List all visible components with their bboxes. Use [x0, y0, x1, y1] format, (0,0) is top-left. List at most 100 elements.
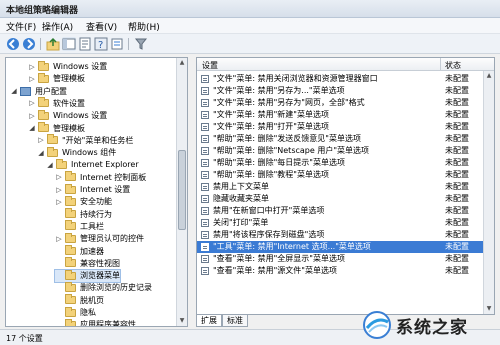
setting-name: "文件"菜单: 禁用关闭浏览器和资源管理器窗口	[213, 74, 378, 83]
tree-item[interactable]: ◢ 管理模板	[28, 122, 85, 135]
filter-button[interactable]	[134, 37, 148, 51]
tree-item[interactable]: 兼容性视图	[55, 257, 120, 270]
settings-row[interactable]: "帮助"菜单: 删除"每日提示"菜单选项 未配置	[197, 157, 485, 169]
tree-item[interactable]: 加速器	[55, 245, 104, 258]
expand-arrow-icon[interactable]	[55, 247, 63, 255]
settings-row[interactable]: "文件"菜单: 禁用"新建"菜单选项 未配置	[197, 109, 485, 121]
setting-state: 未配置	[445, 110, 469, 119]
tree-item[interactable]: 隐私	[55, 306, 96, 319]
scroll-down-arrow-icon[interactable]: ▼	[177, 316, 187, 326]
folder-icon	[38, 97, 49, 108]
expand-arrow-icon[interactable]	[55, 284, 63, 292]
expand-arrow-icon[interactable]	[55, 259, 63, 267]
tree-scrollbar[interactable]: ▲ ▼	[176, 58, 187, 326]
settings-header: 设置 状态	[197, 58, 494, 71]
collapse-arrow-icon[interactable]: ◢	[46, 161, 54, 169]
back-button[interactable]	[6, 37, 20, 51]
settings-row[interactable]: "查看"菜单: 禁用"源文件"菜单选项 未配置	[197, 265, 485, 277]
setting-state: 未配置	[445, 182, 469, 191]
expand-arrow-icon[interactable]	[55, 309, 63, 317]
tab-extended[interactable]: 扩展	[196, 315, 222, 327]
tree-item[interactable]: ▷ 安全功能	[55, 195, 112, 208]
setting-state: 未配置	[445, 206, 469, 215]
settings-row[interactable]: 禁用"将该程序保存到磁盘"选项 未配置	[197, 229, 485, 241]
tree-item[interactable]: ◢ 用户配置	[10, 86, 67, 98]
folder-icon	[56, 158, 67, 169]
scroll-up-arrow-icon[interactable]: ▲	[484, 71, 494, 81]
settings-row[interactable]: "帮助"菜单: 删除"教程"菜单选项 未配置	[197, 169, 485, 181]
expand-arrow-icon[interactable]	[55, 222, 63, 230]
tree-item[interactable]: ▷ 管理模板	[28, 72, 85, 85]
tree-item[interactable]: 持续行为	[55, 208, 112, 221]
up-folder-button[interactable]	[46, 37, 60, 51]
help-button[interactable]: ?	[94, 37, 108, 51]
tree-item[interactable]: 删除浏览的历史记录	[55, 281, 152, 294]
settings-row[interactable]: "帮助"菜单: 删除"Netscape 用户"菜单选项 未配置	[197, 145, 485, 157]
tree-item[interactable]: ▷ Internet 控制面板	[55, 171, 146, 184]
folder-icon	[47, 134, 58, 145]
menu-view[interactable]: 查看(V)	[86, 20, 117, 33]
settings-row[interactable]: 禁用上下文菜单 未配置	[197, 181, 485, 193]
column-divider[interactable]	[440, 58, 441, 71]
policy-setting-icon	[201, 159, 209, 167]
tree-item[interactable]: 工具栏	[55, 220, 104, 233]
menu-help[interactable]: 帮助(H)	[128, 20, 160, 33]
setting-name: 禁用"在新窗口中打开"菜单选项	[213, 206, 325, 215]
settings-row[interactable]: 禁用"在新窗口中打开"菜单选项 未配置	[197, 205, 485, 217]
expand-arrow-icon[interactable]: ▷	[28, 99, 36, 107]
tree-item[interactable]: ▷ Windows 设置	[28, 60, 107, 73]
tree-item[interactable]: ▷ "开始"菜单和任务栏	[37, 134, 133, 147]
expand-arrow-icon[interactable]: ▷	[28, 112, 36, 120]
expand-arrow-icon[interactable]: ▷	[55, 186, 63, 194]
settings-row[interactable]: "工具"菜单: 禁用"Internet 选项..."菜单选项 未配置	[197, 241, 485, 253]
tree-item[interactable]: ▷ Windows 设置	[28, 109, 107, 122]
properties-button[interactable]	[78, 37, 92, 51]
settings-row[interactable]: "查看"菜单: 禁用"全屏显示"菜单选项 未配置	[197, 253, 485, 265]
menu-file[interactable]: 文件(F)	[6, 20, 36, 33]
collapse-arrow-icon[interactable]: ◢	[37, 149, 45, 157]
expand-arrow-icon[interactable]	[55, 296, 63, 304]
expand-arrow-icon[interactable]	[55, 321, 63, 326]
expand-arrow-icon[interactable]: ▷	[55, 198, 63, 206]
expand-arrow-icon[interactable]: ▷	[28, 63, 36, 71]
tree-item[interactable]: 脱机页	[55, 294, 104, 307]
forward-button[interactable]	[22, 37, 36, 51]
settings-row[interactable]: 隐藏收藏夹菜单 未配置	[197, 193, 485, 205]
scroll-thumb[interactable]	[178, 150, 186, 230]
expand-arrow-icon[interactable]: ▷	[55, 173, 63, 181]
settings-row[interactable]: 关闭"打印"菜单 未配置	[197, 217, 485, 229]
tree-item[interactable]: 应用程序兼容性	[55, 318, 136, 327]
tree-item-label: 脱机页	[80, 295, 104, 305]
tree-item[interactable]: ▷ 软件设置	[28, 97, 85, 110]
scroll-up-arrow-icon[interactable]: ▲	[177, 58, 187, 68]
setting-name: "查看"菜单: 禁用"源文件"菜单选项	[213, 266, 337, 275]
settings-scrollbar[interactable]: ▲ ▼	[483, 71, 494, 314]
expand-arrow-icon[interactable]: ▷	[55, 235, 63, 243]
tree-item[interactable]: ▷ Internet 设置	[55, 183, 130, 196]
settings-row[interactable]: "文件"菜单: 禁用"打开"菜单选项 未配置	[197, 121, 485, 133]
collapse-arrow-icon[interactable]: ◢	[10, 87, 18, 95]
collapse-arrow-icon[interactable]: ◢	[28, 124, 36, 132]
setting-name: 隐藏收藏夹菜单	[213, 194, 269, 203]
export-list-button[interactable]	[110, 37, 124, 51]
setting-name: "帮助"菜单: 删除"教程"菜单选项	[213, 170, 329, 179]
column-header-setting[interactable]: 设置	[202, 60, 218, 71]
expand-arrow-icon[interactable]: ▷	[28, 75, 36, 83]
menu-action[interactable]: 操作(A)	[42, 20, 73, 33]
tree-item[interactable]: ◢ Internet Explorer	[46, 158, 139, 171]
settings-row[interactable]: "帮助"菜单: 删除"发送反馈意见"菜单选项 未配置	[197, 133, 485, 145]
expand-arrow-icon[interactable]: ▷	[37, 136, 45, 144]
tab-standard[interactable]: 标准	[222, 315, 248, 327]
expand-arrow-icon[interactable]	[55, 210, 63, 218]
settings-row[interactable]: "文件"菜单: 禁用"另存为..."菜单选项 未配置	[197, 85, 485, 97]
tree-item[interactable]: 浏览器菜单	[54, 269, 121, 284]
column-header-state[interactable]: 状态	[445, 60, 461, 71]
expand-arrow-icon[interactable]	[55, 272, 63, 280]
tree-item-label: 应用程序兼容性	[80, 320, 136, 327]
show-hide-tree-button[interactable]	[62, 37, 76, 51]
tree-item[interactable]: ◢ Windows 组件	[37, 146, 116, 159]
settings-row[interactable]: "文件"菜单: 禁用"另存为"网页，全部"格式 未配置	[197, 97, 485, 109]
tree-item[interactable]: ▷ 管理员认可的控件	[55, 232, 144, 245]
console-tree[interactable]: ▷ Windows 设置 ▷ 管理模板 ◢ 用户配置 ▷ 软件设置 ▷ Windows 设置 ◢ 管理…	[5, 57, 188, 327]
settings-row[interactable]: "文件"菜单: 禁用关闭浏览器和资源管理器窗口 未配置	[197, 73, 485, 85]
